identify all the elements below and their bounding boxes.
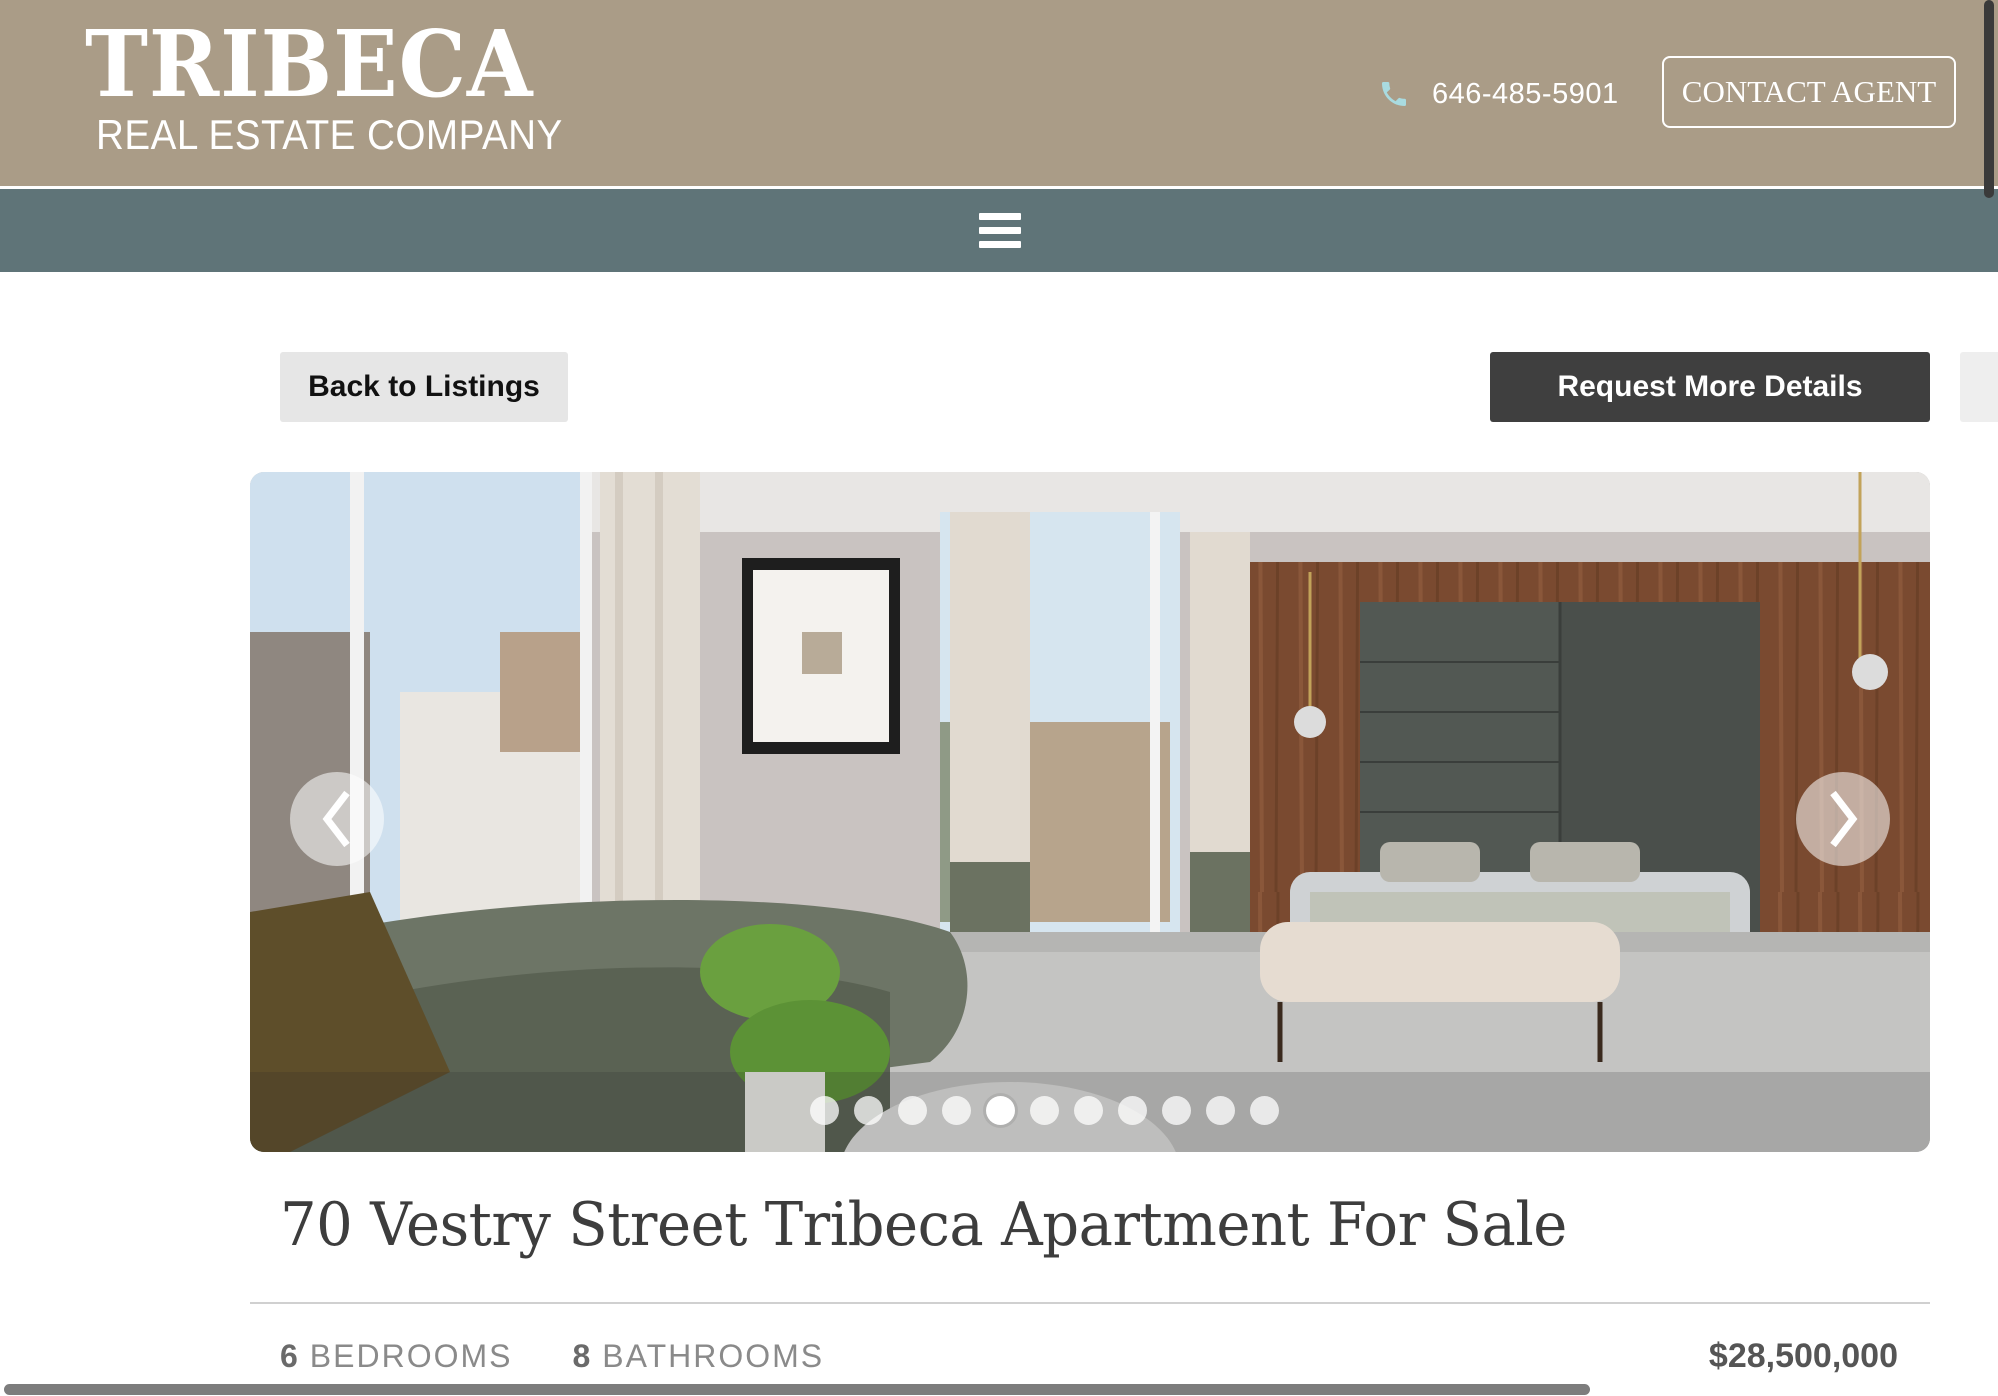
gallery-prev-button[interactable] bbox=[290, 772, 384, 866]
gallery-dot[interactable] bbox=[1118, 1096, 1147, 1125]
bedrooms-stat: 6 BEDROOMS bbox=[280, 1338, 512, 1375]
gallery-dot[interactable] bbox=[1206, 1096, 1235, 1125]
bedrooms-count: 6 bbox=[280, 1337, 300, 1374]
listing-price: $28,500,000 bbox=[1708, 1336, 1898, 1375]
listing-title: 70 Vestry Street Tribeca Apartment For S… bbox=[280, 1190, 1567, 1260]
listing-stats: 6 BEDROOMS 8 BATHROOMS bbox=[280, 1336, 884, 1376]
photo-gallery[interactable] bbox=[250, 472, 1930, 1152]
offscreen-button[interactable] bbox=[1960, 352, 1998, 422]
horizontal-scrollbar[interactable] bbox=[4, 1384, 1590, 1395]
bathrooms-stat: 8 BATHROOMS bbox=[572, 1338, 824, 1375]
gallery-dot[interactable] bbox=[1162, 1096, 1191, 1125]
gallery-next-button[interactable] bbox=[1796, 772, 1890, 866]
chevron-left-icon bbox=[322, 790, 350, 848]
bedrooms-label: BEDROOMS bbox=[309, 1337, 513, 1374]
back-to-listings-button[interactable]: Back to Listings bbox=[280, 352, 568, 422]
phone-number[interactable]: 646-485-5901 bbox=[1432, 78, 1619, 111]
gallery-dots bbox=[810, 1096, 1279, 1128]
logo-tagline[interactable]: REAL ESTATE COMPANY bbox=[96, 114, 563, 156]
chevron-right-icon bbox=[1830, 790, 1858, 848]
listing-photo bbox=[250, 472, 1930, 1152]
gallery-dot[interactable] bbox=[810, 1096, 839, 1125]
request-more-details-button[interactable]: Request More Details bbox=[1490, 352, 1930, 422]
gallery-dot[interactable] bbox=[942, 1096, 971, 1125]
gallery-dot[interactable] bbox=[898, 1096, 927, 1125]
gallery-dot[interactable] bbox=[1030, 1096, 1059, 1125]
site-header: TRIBECA REAL ESTATE COMPANY 646-485-5901… bbox=[0, 0, 1998, 186]
hamburger-menu-icon[interactable] bbox=[979, 213, 1021, 249]
gallery-dot[interactable] bbox=[854, 1096, 883, 1125]
gallery-dot[interactable] bbox=[986, 1096, 1015, 1125]
vertical-scrollbar[interactable] bbox=[1984, 0, 1994, 198]
gallery-dot[interactable] bbox=[1074, 1096, 1103, 1125]
gallery-dot[interactable] bbox=[1250, 1096, 1279, 1125]
phone-contact[interactable]: 646-485-5901 bbox=[1378, 74, 1619, 114]
contact-agent-button[interactable]: CONTACT AGENT bbox=[1662, 56, 1956, 128]
title-divider bbox=[250, 1302, 1930, 1304]
bathrooms-label: BATHROOMS bbox=[602, 1337, 825, 1374]
phone-icon bbox=[1382, 82, 1406, 106]
logo-wordmark[interactable]: TRIBECA bbox=[85, 18, 533, 110]
bathrooms-count: 8 bbox=[572, 1337, 593, 1374]
